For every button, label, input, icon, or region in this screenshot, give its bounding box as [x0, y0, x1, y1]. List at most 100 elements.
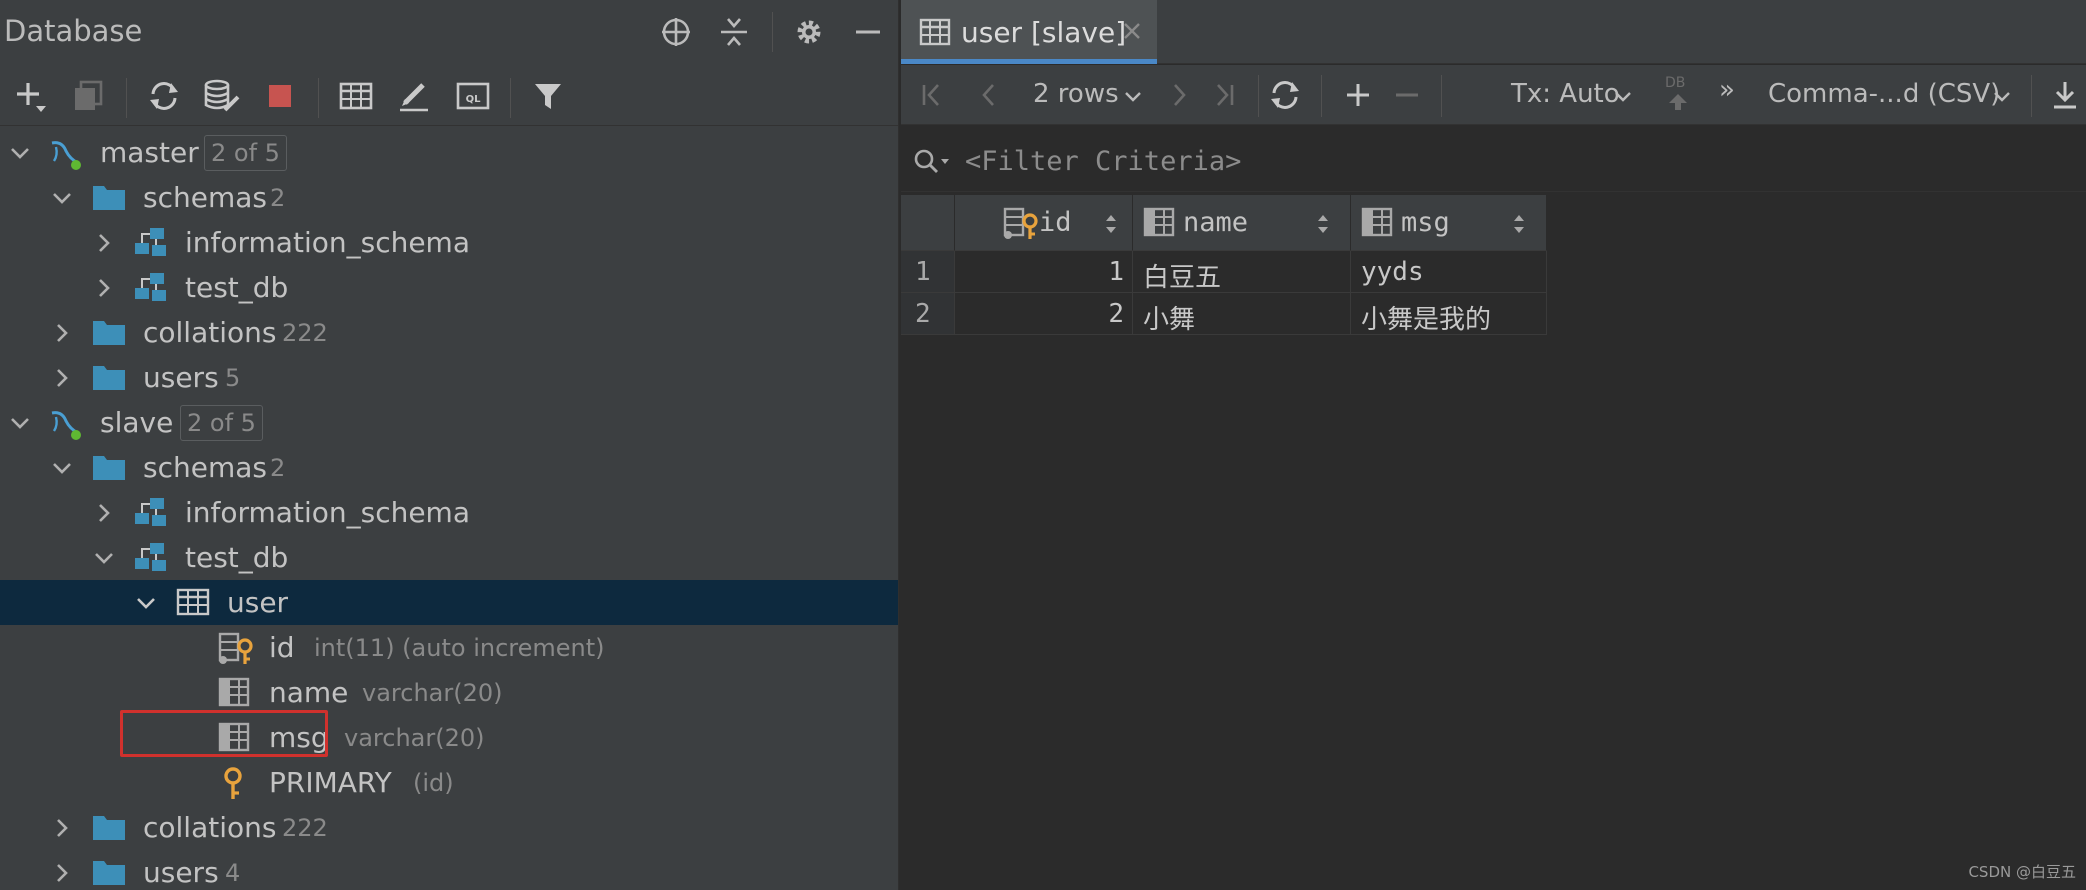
table-cell[interactable]: 小舞 [1133, 293, 1351, 335]
table-cell[interactable]: yyds [1351, 251, 1547, 293]
tree-node-users[interactable]: users 5 [0, 355, 898, 400]
download-icon[interactable] [2045, 75, 2085, 115]
tree-node-slave[interactable]: slave 2 of 5 [0, 400, 898, 445]
tree-node-test-db[interactable]: test_db [0, 535, 898, 580]
collapse-icon[interactable] [714, 12, 754, 52]
chevron-down-icon[interactable] [8, 141, 32, 165]
chevron-right-icon[interactable] [92, 276, 116, 300]
database-toolbar: QL [0, 70, 898, 126]
export-format-dropdown[interactable]: Comma-...d (CSV) [1768, 79, 2000, 109]
crosshair-icon[interactable] [656, 12, 696, 52]
chevron-down-icon[interactable] [1123, 89, 1143, 108]
sort-icon[interactable] [1317, 211, 1329, 237]
tab-user-slave[interactable]: user [slave] [901, 0, 1157, 64]
table-icon[interactable] [336, 76, 376, 116]
highlight-box [120, 710, 328, 757]
submit-db-icon[interactable]: DB [1665, 75, 1693, 115]
chevron-down-icon[interactable] [50, 186, 74, 210]
chevron-down-icon[interactable] [8, 411, 32, 435]
filter-criteria-input[interactable]: <Filter Criteria> [965, 146, 1241, 177]
gear-icon[interactable] [789, 12, 829, 52]
tree-node-test-db[interactable]: test_db [0, 265, 898, 310]
tree-node-primary-key[interactable]: PRIMARY (id) [0, 760, 898, 805]
chevron-down-icon[interactable] [92, 546, 116, 570]
sql-console-icon[interactable]: QL [453, 76, 493, 116]
last-page-icon[interactable] [1203, 75, 1243, 115]
folder-icon [92, 317, 126, 349]
copy-icon[interactable] [68, 76, 108, 116]
primary-key-column-icon [218, 632, 253, 664]
search-icon[interactable] [913, 148, 953, 180]
first-page-icon[interactable] [913, 75, 953, 115]
chevron-right-icon[interactable] [50, 321, 74, 345]
table-cell[interactable]: 白豆五 [1133, 251, 1351, 293]
tree-node-information-schema[interactable]: information_schema [0, 220, 898, 265]
schema-tools-icon[interactable] [202, 76, 242, 116]
filter-bar[interactable]: <Filter Criteria> [901, 132, 2086, 192]
add-icon[interactable] [10, 76, 50, 116]
node-label: schemas [143, 181, 267, 214]
table-cell[interactable]: 小舞是我的 [1351, 293, 1547, 335]
chevron-right-icon[interactable] [50, 366, 74, 390]
edit-icon[interactable] [394, 76, 434, 116]
chevron-right-icon[interactable] [50, 861, 74, 885]
database-tree: master 2 of 5 schemas 2 information_sche… [0, 130, 898, 890]
toolbar-separator [318, 78, 319, 118]
folder-icon [92, 452, 126, 484]
minimize-icon[interactable] [848, 12, 888, 52]
chevron-right-icon[interactable] [50, 816, 74, 840]
row-number[interactable]: 1 [901, 251, 955, 293]
chevron-down-icon[interactable] [134, 591, 158, 615]
tree-node-collations[interactable]: collations 222 [0, 805, 898, 850]
sort-icon[interactable] [1105, 211, 1117, 237]
chevron-down-icon[interactable] [1992, 89, 2012, 108]
tree-node-schemas[interactable]: schemas 2 [0, 445, 898, 490]
column-header-msg[interactable]: msg [1351, 195, 1547, 251]
tree-node-master[interactable]: master 2 of 5 [0, 130, 898, 175]
stop-icon[interactable] [260, 76, 300, 116]
sort-icon[interactable] [1513, 211, 1525, 237]
tree-node-user-table[interactable]: user [0, 580, 898, 625]
more-actions[interactable]: » [1719, 75, 1735, 105]
toolbar-separator [2031, 75, 2032, 117]
node-badge: 2 of 5 [204, 135, 287, 171]
node-label: information_schema [185, 496, 470, 529]
refresh-icon[interactable] [144, 76, 184, 116]
tree-node-collations[interactable]: collations 222 [0, 310, 898, 355]
toolbar-separator [1321, 75, 1322, 117]
chevron-down-icon[interactable] [50, 456, 74, 480]
refresh-icon[interactable] [1265, 75, 1305, 115]
node-label: id [269, 631, 295, 664]
previous-page-icon[interactable] [969, 75, 1009, 115]
transaction-mode-dropdown[interactable]: Tx: Auto [1511, 79, 1620, 109]
column-header-id[interactable]: id [955, 195, 1133, 251]
row-number[interactable]: 2 [901, 293, 955, 335]
next-page-icon[interactable] [1159, 75, 1199, 115]
toolbar-separator [772, 12, 773, 52]
node-label: collations [143, 811, 277, 844]
row-count-dropdown[interactable]: 2 rows [1033, 79, 1119, 109]
add-row-icon[interactable] [1338, 75, 1378, 115]
schema-icon [134, 272, 168, 304]
table-cell[interactable]: 2 [955, 293, 1133, 335]
chevron-right-icon[interactable] [92, 231, 116, 255]
node-count: 4 [225, 859, 241, 887]
column-header-name[interactable]: name [1133, 195, 1351, 251]
tree-node-users[interactable]: users 4 [0, 850, 898, 890]
chevron-down-icon[interactable] [1613, 89, 1633, 108]
node-label: users [143, 361, 219, 394]
node-count: 5 [225, 364, 241, 392]
node-label: PRIMARY [269, 766, 392, 799]
node-label: test_db [185, 271, 289, 304]
tree-node-column-id[interactable]: id int(11) (auto increment) [0, 625, 898, 670]
delete-row-icon[interactable] [1387, 75, 1427, 115]
table-cell[interactable]: 1 [955, 251, 1133, 293]
chevron-right-icon[interactable] [92, 501, 116, 525]
filter-icon[interactable] [528, 76, 568, 116]
close-icon[interactable] [1121, 20, 1143, 46]
tree-node-column-name[interactable]: name varchar(20) [0, 670, 898, 715]
tab-label: user [slave] [961, 16, 1127, 49]
key-columns: (id) [413, 769, 454, 797]
tree-node-schemas[interactable]: schemas 2 [0, 175, 898, 220]
tree-node-information-schema[interactable]: information_schema [0, 490, 898, 535]
